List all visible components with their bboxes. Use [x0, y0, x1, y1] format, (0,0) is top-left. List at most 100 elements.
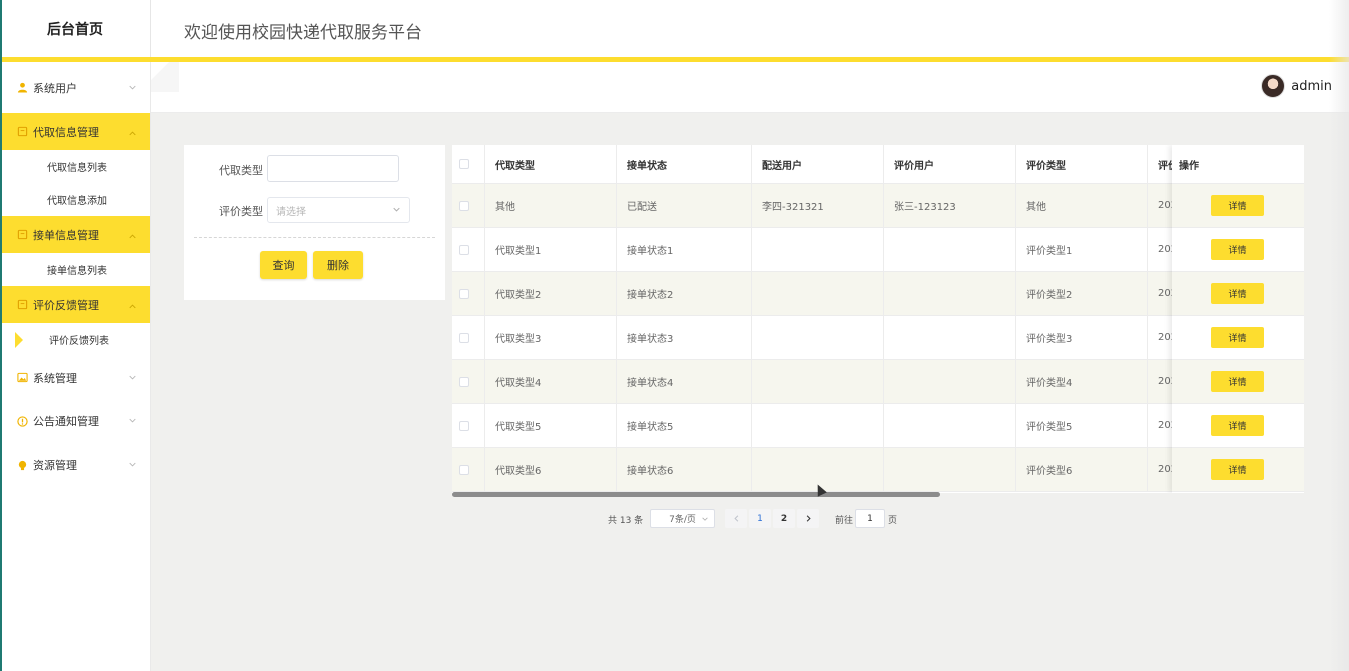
row-checkbox[interactable] [459, 288, 469, 299]
table-cell: 接单状态2 [617, 272, 752, 315]
ops-cell: 详情 [1172, 272, 1304, 316]
detail-button[interactable]: 详情 [1211, 283, 1264, 304]
row-checkbox[interactable] [459, 376, 469, 387]
sidebar-group-0[interactable]: 系统用户 [0, 62, 150, 113]
row-checkbox-cell [452, 316, 485, 359]
column-header[interactable]: 配送用户 [752, 145, 884, 183]
rating-select[interactable]: 请选择 [267, 197, 410, 223]
detail-button[interactable]: 详情 [1211, 459, 1264, 480]
info-icon [16, 415, 28, 427]
sidebar-group-label: 接单信息管理 [33, 228, 99, 242]
table-cell: 评价类型2 [1016, 272, 1148, 315]
table-cell [752, 228, 884, 271]
row-checkbox[interactable] [459, 464, 469, 475]
table-cell: 接单状态6 [617, 448, 752, 491]
avatar[interactable] [1261, 74, 1286, 98]
sidebar-item-1-0[interactable]: 代取信息列表 [0, 150, 150, 183]
page-size-select[interactable]: 7条/页 [650, 509, 715, 528]
table-cell: 代取类型3 [485, 316, 617, 359]
ops-header-cell: 操作 [1172, 145, 1304, 184]
table-cell [752, 404, 884, 447]
chevron-up-icon [129, 303, 136, 308]
bulb-icon [16, 459, 28, 471]
sidebar-group-3[interactable]: 评价反馈管理 [0, 286, 150, 323]
row-checkbox-cell [452, 360, 485, 403]
table-cell: 其他 [1016, 184, 1148, 227]
table-cell [752, 272, 884, 315]
ops-cell: 详情 [1172, 228, 1304, 272]
chevron-down-icon [702, 517, 708, 521]
row-checkbox[interactable] [459, 332, 469, 343]
table-cell: 评价类型6 [1016, 448, 1148, 491]
column-header[interactable]: 评价类型 [1016, 145, 1148, 183]
sidebar-menu: 系统用户 代取信息管理 代取信息列表 代取信息添加 接单信息管理 接单信息列表 评… [0, 62, 150, 487]
row-checkbox[interactable] [459, 244, 469, 255]
detail-button[interactable]: 详情 [1211, 327, 1264, 348]
document-icon [16, 229, 28, 241]
window-right-shadow [1329, 0, 1349, 671]
sidebar-group-5[interactable]: 公告通知管理 [0, 399, 150, 443]
sidebar: 系统用户 代取信息管理 代取信息列表 代取信息添加 接单信息管理 接单信息列表 评… [0, 62, 151, 671]
detail-button[interactable]: 详情 [1211, 239, 1264, 260]
table-cell: 李四-321321 [752, 184, 884, 227]
table-cell: 接单状态4 [617, 360, 752, 403]
table-cell: 评价类型5 [1016, 404, 1148, 447]
column-header[interactable]: 接单状态 [617, 145, 752, 183]
data-table: 代取类型接单状态配送用户评价用户评价类型评价时间 其他已配送李四-321321张… [452, 145, 1304, 493]
delete-button[interactable]: 删除 [313, 251, 363, 279]
select-all-cell [452, 145, 485, 183]
table-cell: 代取类型5 [485, 404, 617, 447]
sidebar-group-label: 公告通知管理 [33, 415, 99, 428]
table-cell: 评价类型1 [1016, 228, 1148, 271]
select-all-checkbox[interactable] [459, 159, 469, 169]
ops-cell: 详情 [1172, 404, 1304, 448]
chevron-down-icon [129, 418, 136, 423]
sidebar-item-3-0[interactable]: 评价反馈列表 [0, 323, 150, 356]
sidebar-group-1[interactable]: 代取信息管理 [0, 113, 150, 150]
rating-select-placeholder: 请选择 [276, 206, 306, 218]
sidebar-group-6[interactable]: 资源管理 [0, 443, 150, 487]
row-checkbox[interactable] [459, 420, 469, 431]
detail-button[interactable]: 详情 [1211, 195, 1264, 216]
detail-button[interactable]: 详情 [1211, 415, 1264, 436]
goto-suffix: 页 [888, 516, 898, 526]
prev-page-button[interactable] [725, 509, 747, 528]
row-checkbox-cell [452, 272, 485, 315]
table-cell [884, 404, 1016, 447]
column-header[interactable]: 代取类型 [485, 145, 617, 183]
sidebar-item-1-1[interactable]: 代取信息添加 [0, 183, 150, 216]
rating-field-label: 评价类型 [219, 205, 263, 218]
operations-column: 操作 详情 详情 详情 详情 详情 详情 详情 [1172, 145, 1304, 493]
goto-page-input[interactable]: 1 [855, 509, 885, 528]
page-1-button[interactable]: 1 [749, 509, 771, 528]
query-button[interactable]: 查询 [260, 251, 307, 279]
column-header[interactable]: 评价用户 [884, 145, 1016, 183]
type-input[interactable] [267, 155, 399, 182]
page-2-button[interactable]: 2 [773, 509, 795, 528]
goto-prefix: 前往 [835, 516, 854, 526]
collapse-sidebar-button[interactable] [151, 62, 179, 92]
sidebar-group-label: 资源管理 [33, 459, 77, 472]
next-page-button[interactable] [797, 509, 819, 528]
home-link[interactable]: 后台首页 [0, 0, 151, 57]
table-cell: 代取类型2 [485, 272, 617, 315]
sidebar-item-2-0[interactable]: 接单信息列表 [0, 253, 150, 286]
document-icon [16, 126, 28, 138]
image-icon [16, 372, 28, 384]
table-cell [884, 360, 1016, 403]
chevron-down-icon [393, 207, 400, 212]
user-menu[interactable]: admin [1261, 74, 1332, 98]
chevron-up-icon [129, 130, 136, 135]
sidebar-group-4[interactable]: 系统管理 [0, 356, 150, 399]
row-checkbox-cell [452, 448, 485, 491]
row-checkbox[interactable] [459, 200, 469, 211]
document-icon [16, 299, 28, 311]
chevron-down-icon [129, 462, 136, 467]
ops-header: 操作 [1179, 160, 1199, 172]
sidebar-group-2[interactable]: 接单信息管理 [0, 216, 150, 253]
table-cell: 接单状态3 [617, 316, 752, 359]
table-cell: 接单状态5 [617, 404, 752, 447]
table-cell [884, 316, 1016, 359]
table-horizontal-scrollbar[interactable] [452, 492, 940, 497]
detail-button[interactable]: 详情 [1211, 371, 1264, 392]
